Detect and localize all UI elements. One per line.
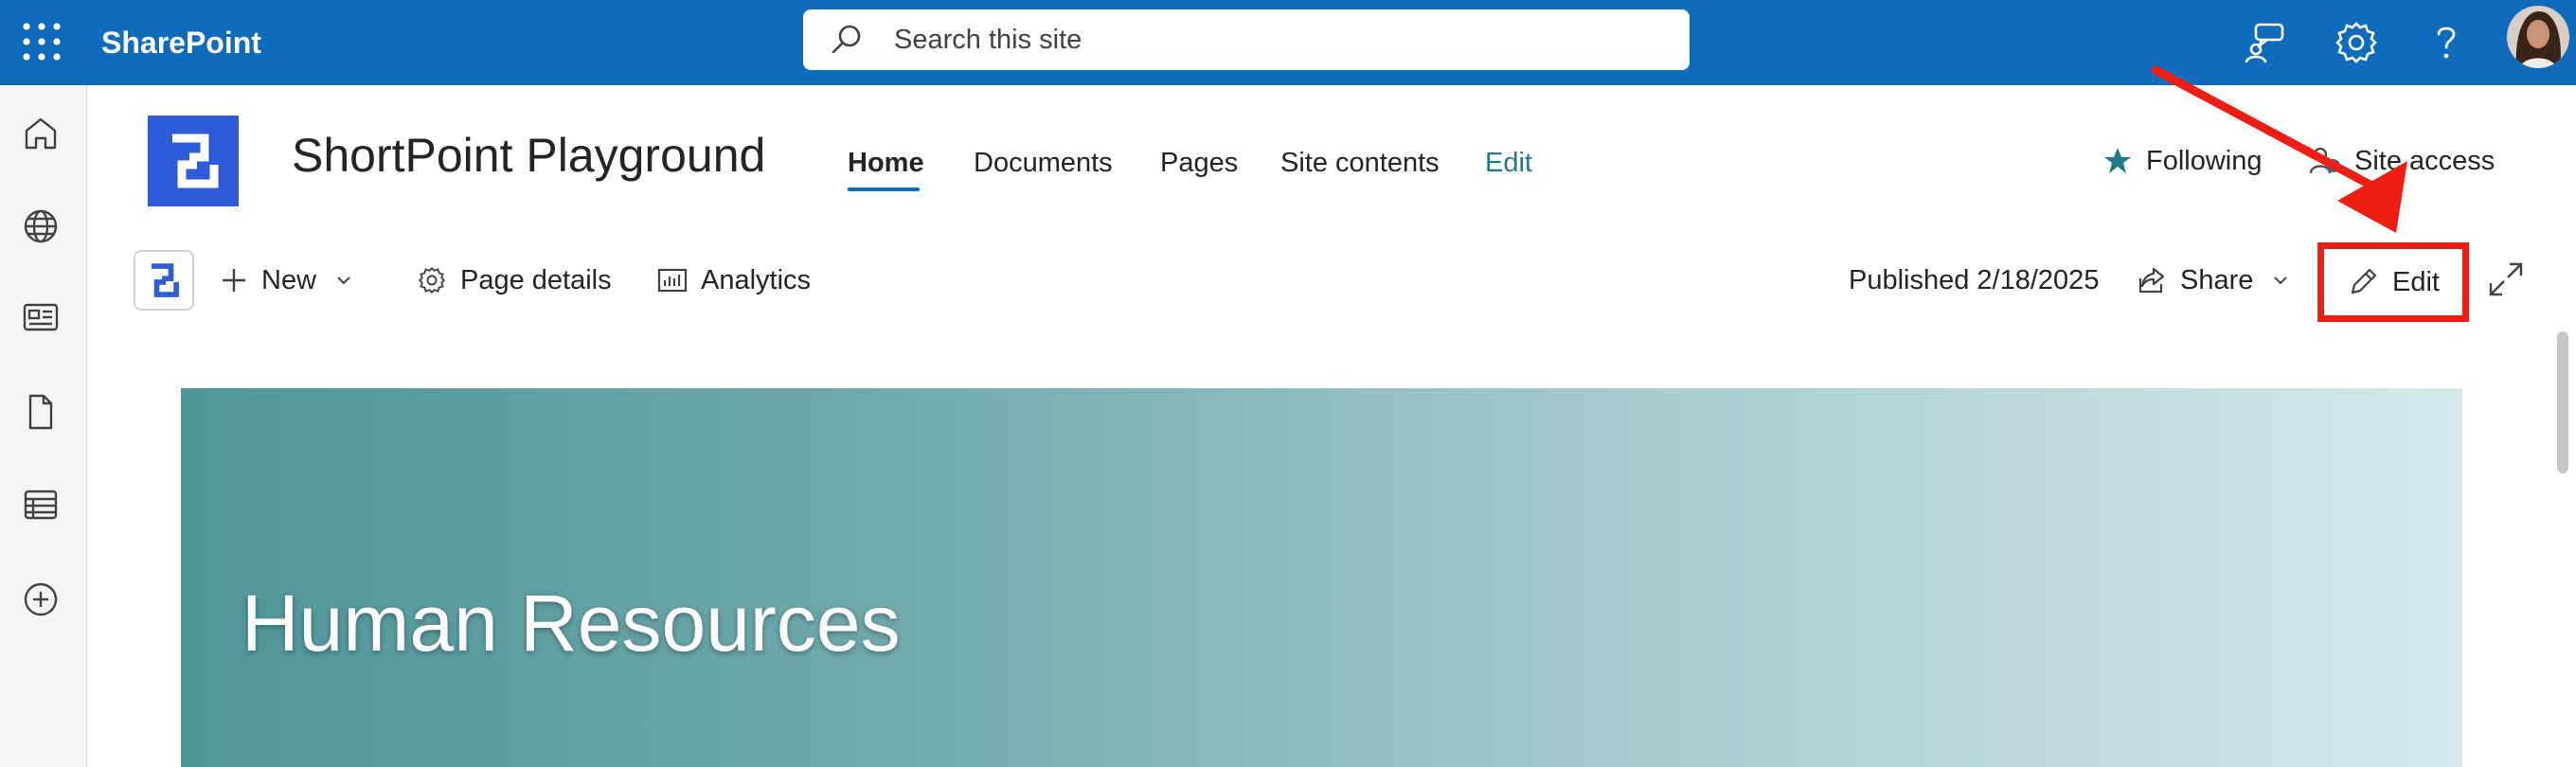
share-icon [2138,267,2165,294]
following-label: Following [2146,145,2263,176]
chevron-down-icon [2274,276,2288,285]
settings-icon[interactable] [2333,19,2380,66]
globe-icon[interactable] [19,205,63,248]
nav-documents[interactable]: Documents [974,142,1113,184]
search-icon [832,25,861,54]
list-icon[interactable] [19,483,63,526]
share-button[interactable]: Share [2137,259,2291,301]
help-icon[interactable] [2423,19,2470,66]
app-name[interactable]: SharePoint [101,0,261,85]
analytics-label: Analytics [701,264,812,295]
nav-edit-link[interactable]: Edit [1485,142,1532,184]
suite-bar: SharePoint Search this site [0,0,2576,85]
chevron-down-icon [337,276,350,285]
page-details-label: Page details [460,264,612,295]
published-status: Published 2/18/2025 [1849,265,2100,295]
edit-label: Edit [2392,266,2440,297]
search-placeholder: Search this site [894,25,1082,55]
star-filled-icon [2104,148,2131,173]
people-add-icon [2309,147,2340,174]
analytics-button[interactable]: Analytics [657,259,811,301]
nav-site-contents[interactable]: Site contents [1280,142,1440,184]
new-button[interactable]: New [220,259,354,301]
home-icon[interactable] [19,112,63,155]
new-label: New [261,264,317,295]
news-icon[interactable] [19,295,63,339]
following-button[interactable]: Following [2102,140,2263,182]
document-icon[interactable] [19,390,63,434]
profile-photo-icon [2507,6,2569,68]
avatar[interactable] [2507,6,2569,68]
share-label: Share [2180,264,2254,295]
feedback-icon[interactable] [2243,19,2290,66]
left-rail [0,85,87,767]
analytics-icon [657,268,688,293]
nav-home[interactable]: Home [848,142,924,184]
edit-button[interactable]: Edit [2317,242,2469,322]
site-title[interactable]: ShortPoint Playground [292,121,765,189]
shortpoint-logo-button[interactable] [134,250,194,311]
site-logo[interactable] [148,116,239,206]
page-details-button[interactable]: Page details [417,259,612,301]
add-icon[interactable] [19,578,63,621]
plus-icon [223,269,245,292]
nav-pages[interactable]: Pages [1160,142,1238,184]
search-input[interactable]: Search this site [803,9,1690,70]
site-access-label: Site access [2354,145,2496,176]
nav-active-indicator [848,187,920,191]
hero-title: Human Resources [242,579,901,668]
site-access-button[interactable]: Site access [2309,140,2495,182]
pencil-icon [2351,268,2377,294]
expand-icon[interactable] [2487,260,2525,298]
scrollbar-thumb[interactable] [2557,331,2568,473]
waffle-icon[interactable] [19,19,64,64]
gear-icon [418,266,446,294]
